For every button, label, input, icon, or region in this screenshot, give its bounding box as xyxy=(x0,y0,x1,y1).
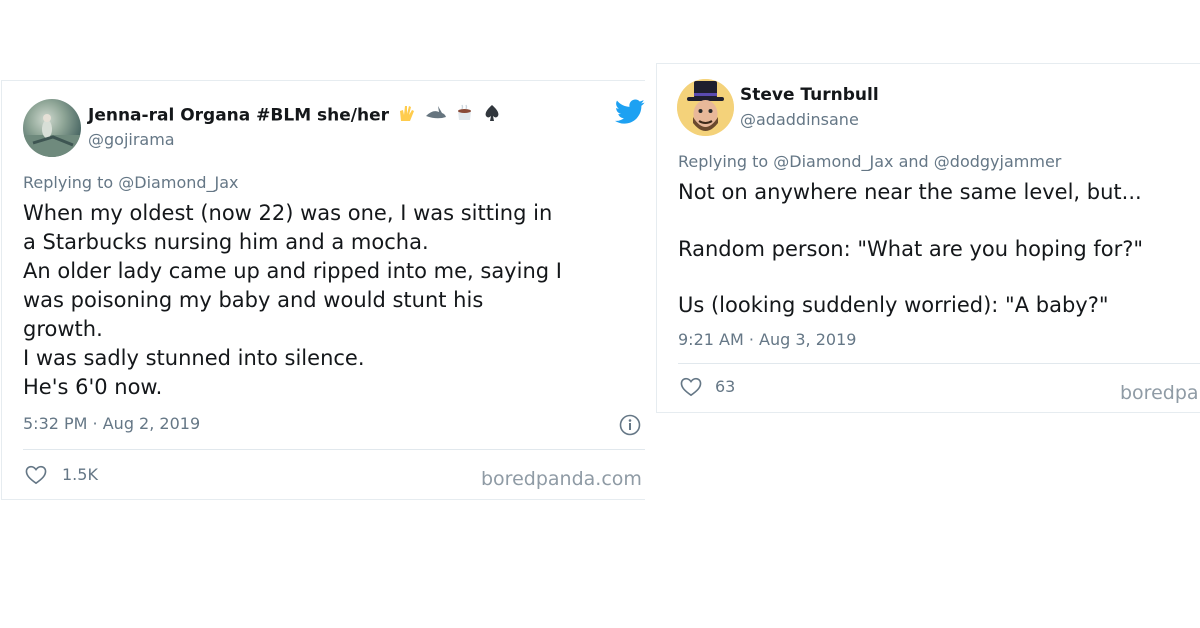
author-name-text[interactable]: Jenna-ral Organa #BLM she/her xyxy=(88,106,389,126)
tweet-text-line: He's 6'0 now. xyxy=(23,375,163,399)
heart-icon xyxy=(25,465,47,489)
divider xyxy=(678,363,1200,364)
tweet-text-line: growth. xyxy=(23,317,103,341)
author-name[interactable]: Jenna-ral Organa #BLM she/her xyxy=(88,103,501,128)
top-hat-man-icon xyxy=(677,79,734,136)
watermark: boredpanda.com xyxy=(1120,382,1200,404)
tweet-text-line: Us (looking suddenly worried): "A baby?" xyxy=(678,293,1109,317)
heart-icon xyxy=(680,377,702,401)
like-button[interactable]: 63 xyxy=(678,376,768,400)
tweet-timestamp[interactable]: 9:21 AM · Aug 3, 2019 xyxy=(678,330,856,349)
tweet-text-line: Random person: "What are you hoping for?… xyxy=(678,237,1144,261)
avatar-left[interactable] xyxy=(23,99,81,157)
tweet-text-line: Not on anywhere near the same level, but… xyxy=(678,180,1142,204)
tweet-text-line: a Starbucks nursing him and a mocha. xyxy=(23,230,429,254)
tweet-card-right: Steve Turnbull @adaddinsane Replying to … xyxy=(656,63,1200,413)
shark-emoji-icon xyxy=(425,104,447,127)
info-icon[interactable] xyxy=(619,414,641,440)
author-handle[interactable]: @adaddinsane xyxy=(740,110,859,129)
tweet-text-line: An older lady came up and ripped into me… xyxy=(23,259,562,283)
author-handle[interactable]: @gojirama xyxy=(88,130,175,149)
tweet-timestamp[interactable]: 5:32 PM · Aug 2, 2019 xyxy=(23,414,200,433)
avatar-right[interactable] xyxy=(677,79,734,136)
tweet-text-line: When my oldest (now 22) was one, I was s… xyxy=(23,201,553,225)
like-count: 1.5K xyxy=(62,465,98,484)
tweet-text-line: was poisoning my baby and would stunt hi… xyxy=(23,288,484,312)
like-button[interactable]: 1.5K xyxy=(23,464,123,488)
tweet-text-line: I was sadly stunned into silence. xyxy=(23,346,365,370)
tweet-card-left: Jenna-ral Organa #BLM she/her @gojirama … xyxy=(1,80,645,500)
like-count: 63 xyxy=(715,377,736,396)
replying-to[interactable]: Replying to @Diamond_Jax and @dodgyjamme… xyxy=(678,152,1061,171)
divider xyxy=(23,449,645,450)
vulcan-salute-emoji-icon xyxy=(397,103,417,128)
avatar-figure-icon xyxy=(23,114,81,157)
replying-to[interactable]: Replying to @Diamond_Jax xyxy=(23,173,239,192)
spade-emoji-icon xyxy=(483,103,501,128)
coffee-emoji-icon xyxy=(455,103,475,128)
watermark: boredpanda.com xyxy=(481,468,642,490)
author-name[interactable]: Steve Turnbull xyxy=(740,85,879,105)
twitter-bird-icon[interactable] xyxy=(615,99,645,129)
